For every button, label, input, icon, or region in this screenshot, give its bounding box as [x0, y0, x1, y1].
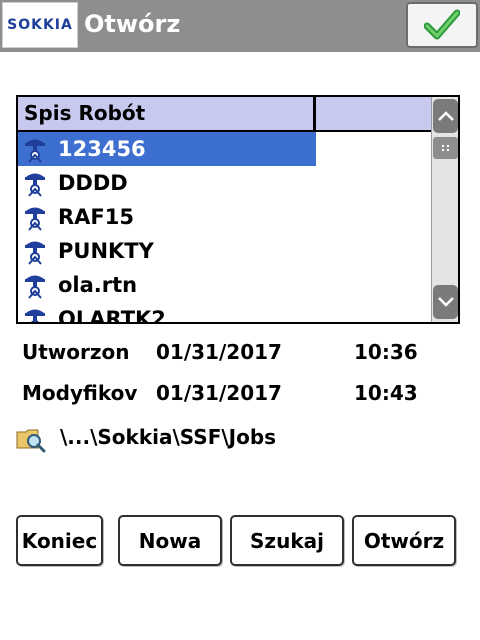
job-icon [18, 268, 52, 302]
list-item-label: ola.rtn [58, 273, 138, 297]
scroll-down-button[interactable] [433, 285, 458, 319]
column-header-2[interactable] [316, 97, 431, 130]
job-icon [18, 200, 52, 234]
job-icon [18, 302, 52, 322]
created-date: 01/31/2017 [156, 340, 282, 364]
chevron-down-icon [437, 297, 454, 307]
column-header-jobs[interactable]: Spis Robót [18, 97, 316, 130]
job-icon [18, 166, 52, 200]
list-item[interactable]: RAF15 [18, 200, 316, 234]
list-item-label: PUNKTY [58, 239, 154, 263]
chevron-up-icon [437, 111, 454, 121]
list-item[interactable]: OLARTK2 [18, 302, 316, 322]
scroll-up-button[interactable] [433, 99, 458, 133]
list-item[interactable]: DDDD [18, 166, 316, 200]
window-title: Otwórz [84, 10, 181, 38]
job-icon [18, 234, 52, 268]
folder-search-icon [16, 424, 46, 454]
created-label: Utworzon [22, 340, 130, 364]
logo-text: SOKKIA [7, 17, 73, 33]
title-bar: SOKKIA Otwórz [0, 0, 480, 52]
list-item[interactable]: 123456 [18, 132, 316, 166]
check-icon [424, 9, 460, 40]
list-item[interactable]: PUNKTY [18, 234, 316, 268]
modified-time: 10:43 [354, 381, 418, 405]
grip-icon [441, 145, 449, 151]
open-button[interactable]: Otwórz [352, 515, 456, 566]
modified-date: 01/31/2017 [156, 381, 282, 405]
list-item-label: RAF15 [58, 205, 134, 229]
list-item[interactable]: ola.rtn [18, 268, 316, 302]
job-list[interactable]: Spis Robót 123456 DDDD RAF15 PUNKTY ola.… [16, 95, 460, 324]
ok-button[interactable] [406, 2, 478, 48]
modified-label: Modyfikov [22, 381, 138, 405]
search-button[interactable]: Szukaj [230, 515, 344, 566]
list-scrollbar[interactable] [431, 97, 458, 322]
list-item-label: 123456 [58, 137, 146, 161]
list-item-label: DDDD [58, 171, 128, 195]
list-header: Spis Robót [18, 97, 431, 132]
job-icon [18, 132, 52, 166]
list-rows: 123456 DDDD RAF15 PUNKTY ola.rtn OLARTK2 [18, 132, 431, 322]
scroll-thumb[interactable] [433, 137, 458, 159]
created-time: 10:36 [354, 340, 418, 364]
sokkia-logo[interactable]: SOKKIA [2, 2, 78, 48]
end-button[interactable]: Koniec [16, 515, 103, 566]
current-path: \...\Sokkia\SSF\Jobs [60, 425, 277, 449]
new-button[interactable]: Nowa [118, 515, 222, 566]
list-item-label: OLARTK2 [58, 307, 166, 322]
